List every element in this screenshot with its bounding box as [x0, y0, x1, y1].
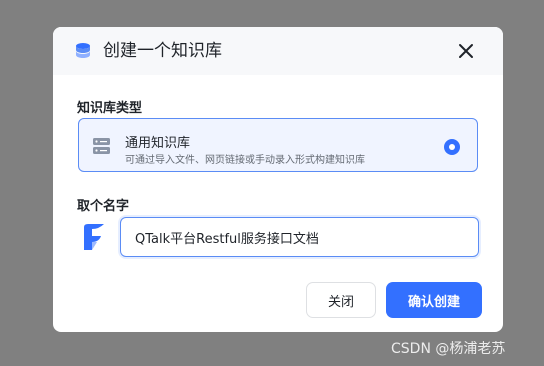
database-icon	[76, 43, 90, 58]
confirm-create-button[interactable]: 确认创建	[386, 282, 482, 318]
dialog-title: 创建一个知识库	[103, 41, 222, 61]
app-logo-icon[interactable]	[82, 223, 106, 251]
name-section-label: 取个名字	[77, 199, 130, 214]
radio-selected-dot	[449, 144, 455, 150]
kb-type-name: 通用知识库	[125, 136, 191, 151]
kb-type-radio[interactable]	[444, 139, 460, 155]
kb-type-description: 可通过导入文件、网页链接或手动录入形式构建知识库	[125, 155, 365, 166]
dialog-header: 创建一个知识库	[53, 27, 503, 75]
kb-name-input[interactable]	[120, 217, 479, 257]
create-knowledge-base-dialog: 创建一个知识库 知识库类型 通用知识库 可通过导入文件、网页链接或手动录入形式构…	[53, 27, 503, 332]
close-button[interactable]: 关闭	[306, 282, 376, 318]
server-icon	[93, 138, 110, 154]
close-icon[interactable]	[456, 41, 476, 61]
kb-type-option-general[interactable]: 通用知识库 可通过导入文件、网页链接或手动录入形式构建知识库	[78, 118, 478, 172]
watermark-text: CSDN @杨浦老苏	[391, 341, 506, 357]
type-section-label: 知识库类型	[77, 101, 143, 116]
